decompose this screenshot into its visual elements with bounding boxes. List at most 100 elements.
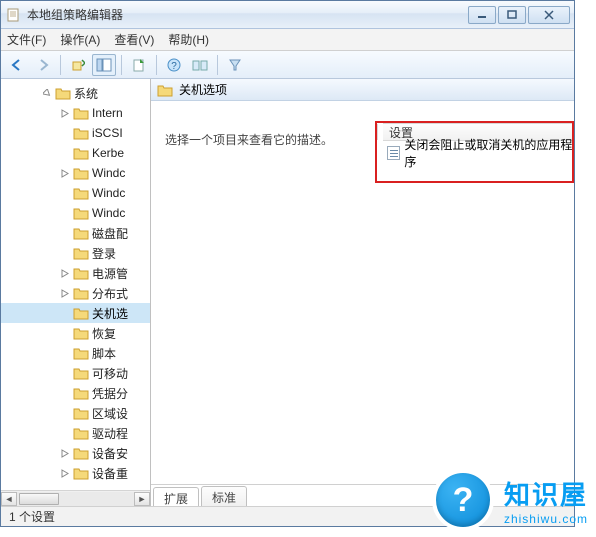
client-area: 系统 Intern iSCSI Kerbe Windc Windc Windc 磁盘配登录电源… [1,79,574,506]
tree-item-label: 电源管 [92,265,128,282]
folder-icon [73,126,89,140]
scroll-left-button[interactable]: ◄ [1,492,17,506]
setting-row[interactable]: 关闭会阻止或取消关机的应用程序 [383,143,574,163]
statusbar: 1 个设置 [1,506,574,526]
tree-item-label: Windc [92,206,125,220]
expand-icon[interactable] [61,469,73,478]
folder-icon [73,306,89,320]
maximize-button[interactable] [498,6,526,24]
tree-item[interactable]: Windc [1,183,150,203]
tree-item[interactable]: 设备安 [1,443,150,463]
menu-help[interactable]: 帮助(H) [168,31,209,48]
filter-button[interactable] [223,54,247,76]
folder-icon [73,466,89,480]
tabs-bar: 扩展 标准 [151,484,574,506]
folder-icon [73,186,89,200]
expand-icon[interactable] [61,109,73,118]
titlebar[interactable]: 本地组策略编辑器 [1,1,574,29]
properties-button[interactable] [188,54,212,76]
menu-view[interactable]: 查看(V) [114,31,154,48]
folder-icon [73,386,89,400]
svg-text:?: ? [171,61,177,72]
tree-item[interactable]: 恢复 [1,323,150,343]
scroll-right-button[interactable]: ► [134,492,150,506]
expand-icon[interactable] [61,169,73,178]
tree-item[interactable]: 电源管 [1,263,150,283]
export-button[interactable] [127,54,151,76]
tree-item[interactable]: Intern [1,103,150,123]
tree-item-label: 设备重 [92,465,128,482]
tree-item-label: Windc [92,186,125,200]
tree-item-label: iSCSI [92,126,123,140]
expand-icon[interactable] [61,289,73,298]
tree-item[interactable]: Windc [1,163,150,183]
toolbar: ? [1,51,574,79]
scroll-thumb[interactable] [19,493,59,505]
help-button[interactable]: ? [162,54,186,76]
tree-item-label: 区域设 [92,405,128,422]
folder-icon [73,346,89,360]
tree-hscrollbar[interactable]: ◄ ► [1,490,150,506]
tree-item[interactable]: 登录 [1,243,150,263]
status-text: 1 个设置 [9,508,55,525]
expand-icon[interactable] [61,449,73,458]
tree-item-label: Intern [92,106,123,120]
folder-icon [73,426,89,440]
details-title: 关机选项 [179,81,227,98]
scroll-track[interactable] [17,492,134,506]
tree-item-label: 驱动程 [92,425,128,442]
separator [121,55,122,75]
tree-item[interactable]: Kerbe [1,143,150,163]
separator [156,55,157,75]
menu-file[interactable]: 文件(F) [7,31,46,48]
tree-item[interactable]: 关机选 [1,303,150,323]
setting-label: 关闭会阻止或取消关机的应用程序 [404,136,574,170]
folder-icon [73,326,89,340]
tree-item[interactable]: 磁盘配 [1,223,150,243]
tree-item-label: Kerbe [92,146,124,160]
tree-item-label: 登录 [92,245,116,262]
expand-icon[interactable] [61,269,73,278]
tree[interactable]: 系统 Intern iSCSI Kerbe Windc Windc Windc 磁盘配登录电源… [1,79,150,490]
window-controls [468,6,570,24]
app-window: 本地组策略编辑器 文件(F) 操作(A) 查看(V) 帮助(H) ? 系统 Int… [0,0,575,527]
tree-item[interactable]: 驱动程 [1,423,150,443]
details-pane: 关机选项 选择一个项目来查看它的描述。 设置 关闭会阻止或取消关机的应用程序 扩… [151,79,574,506]
tree-item-label: 脚本 [92,345,116,362]
collapse-icon[interactable] [43,89,55,98]
show-tree-button[interactable] [92,54,116,76]
tree-item-label: 磁盘配 [92,225,128,242]
minimize-button[interactable] [468,6,496,24]
app-icon [5,7,21,23]
tree-item-label: 系统 [74,85,98,102]
tree-item[interactable]: 凭据分 [1,383,150,403]
tree-item[interactable]: 脚本 [1,343,150,363]
forward-button[interactable] [31,54,55,76]
tab-extended[interactable]: 扩展 [153,487,199,506]
folder-icon [73,246,89,260]
tree-root[interactable]: 系统 [1,83,150,103]
tree-item-label: 分布式 [92,285,128,302]
menu-action[interactable]: 操作(A) [60,31,100,48]
folder-icon [73,146,89,160]
tree-item[interactable]: 区域设 [1,403,150,423]
folder-icon [73,286,89,300]
tree-item[interactable]: Windc [1,203,150,223]
back-button[interactable] [5,54,29,76]
tree-pane: 系统 Intern iSCSI Kerbe Windc Windc Windc 磁盘配登录电源… [1,79,151,506]
up-button[interactable] [66,54,90,76]
folder-icon [73,446,89,460]
tab-standard[interactable]: 标准 [201,486,247,506]
tree-item-label: 关机选 [92,305,128,322]
folder-icon [73,226,89,240]
tree-item-label: 凭据分 [92,385,128,402]
folder-icon [73,206,89,220]
tree-item[interactable]: 可移动 [1,363,150,383]
tree-item[interactable]: iSCSI [1,123,150,143]
folder-icon [157,83,173,97]
tree-item[interactable]: 设备重 [1,463,150,483]
close-button[interactable] [528,6,570,24]
tree-item[interactable]: 分布式 [1,283,150,303]
folder-icon [73,266,89,280]
tree-item-label: Windc [92,166,125,180]
